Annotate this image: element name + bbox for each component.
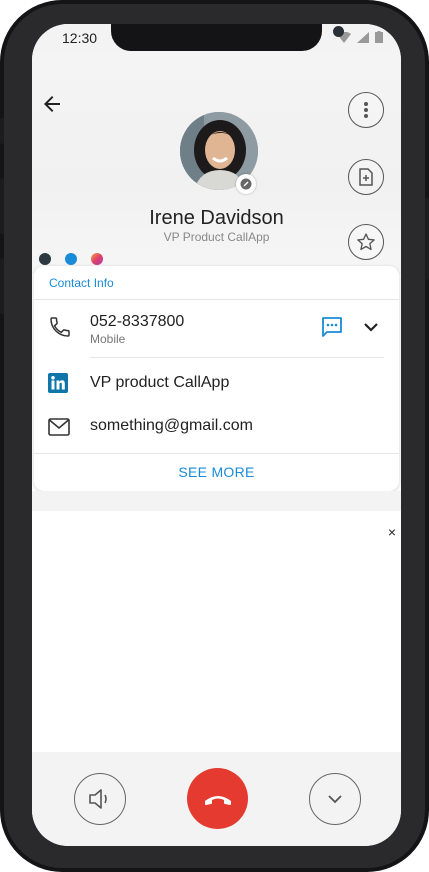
status-time: 12:30: [62, 30, 98, 46]
screen: 12:30 Irene Davidson VP Product CallApp …: [32, 24, 401, 846]
edit-icon: [240, 178, 252, 190]
contact-header: Irene Davidson VP Product CallApp: [32, 52, 401, 274]
front-camera: [333, 26, 344, 37]
phone-frame: 12:30 Irene Davidson VP Product CallApp …: [0, 0, 429, 872]
back-arrow-icon[interactable]: [40, 92, 64, 116]
minimize-button[interactable]: [309, 773, 361, 825]
blue-dot[interactable]: [65, 253, 77, 265]
hangup-icon: [204, 795, 231, 805]
more-options-button[interactable]: [348, 92, 384, 128]
battery-icon: [375, 31, 383, 43]
sms-icon[interactable]: [320, 315, 344, 339]
linkedin-title[interactable]: VP product CallApp: [90, 374, 229, 392]
signal-icon: [357, 31, 369, 43]
speaker-icon: [89, 789, 107, 809]
phone-icon: [50, 317, 70, 337]
phone-number[interactable]: 052-8337800: [90, 313, 184, 331]
edit-photo-button[interactable]: [236, 174, 256, 194]
instagram-dot[interactable]: [91, 253, 103, 265]
side-button-middle: [0, 178, 4, 234]
speaker-button[interactable]: [74, 773, 126, 825]
contact-title: VP Product CallApp: [163, 230, 270, 244]
add-note-icon: [359, 168, 373, 186]
ad-close-button[interactable]: ×: [384, 524, 400, 540]
add-note-button[interactable]: [348, 159, 384, 195]
notch: [111, 24, 344, 51]
hangup-button[interactable]: [187, 768, 248, 829]
contact-info-card: Contact Info 052-8337800 Mobile VP produ…: [34, 266, 399, 491]
contact-name: Irene Davidson: [149, 207, 284, 229]
divider: [34, 453, 399, 454]
mail-icon: [48, 418, 70, 436]
email-address[interactable]: something@gmail.com: [90, 417, 253, 435]
card-bottom-strip: [32, 491, 401, 511]
card-title: Contact Info: [49, 276, 114, 290]
call-controls: [32, 752, 401, 846]
side-button-lower: [0, 258, 4, 314]
side-button-top: [0, 118, 4, 144]
divider: [90, 357, 384, 358]
collapse-icon: [328, 795, 342, 804]
divider: [34, 299, 399, 300]
phone-type: Mobile: [90, 332, 126, 346]
chevron-down-icon[interactable]: [362, 318, 380, 336]
status-icons: [337, 31, 383, 43]
power-button: [425, 198, 429, 280]
see-more-button[interactable]: SEE MORE: [34, 464, 399, 480]
linkedin-icon: [48, 373, 68, 393]
more-vert-icon: [364, 102, 368, 118]
dark-dot[interactable]: [39, 253, 51, 265]
